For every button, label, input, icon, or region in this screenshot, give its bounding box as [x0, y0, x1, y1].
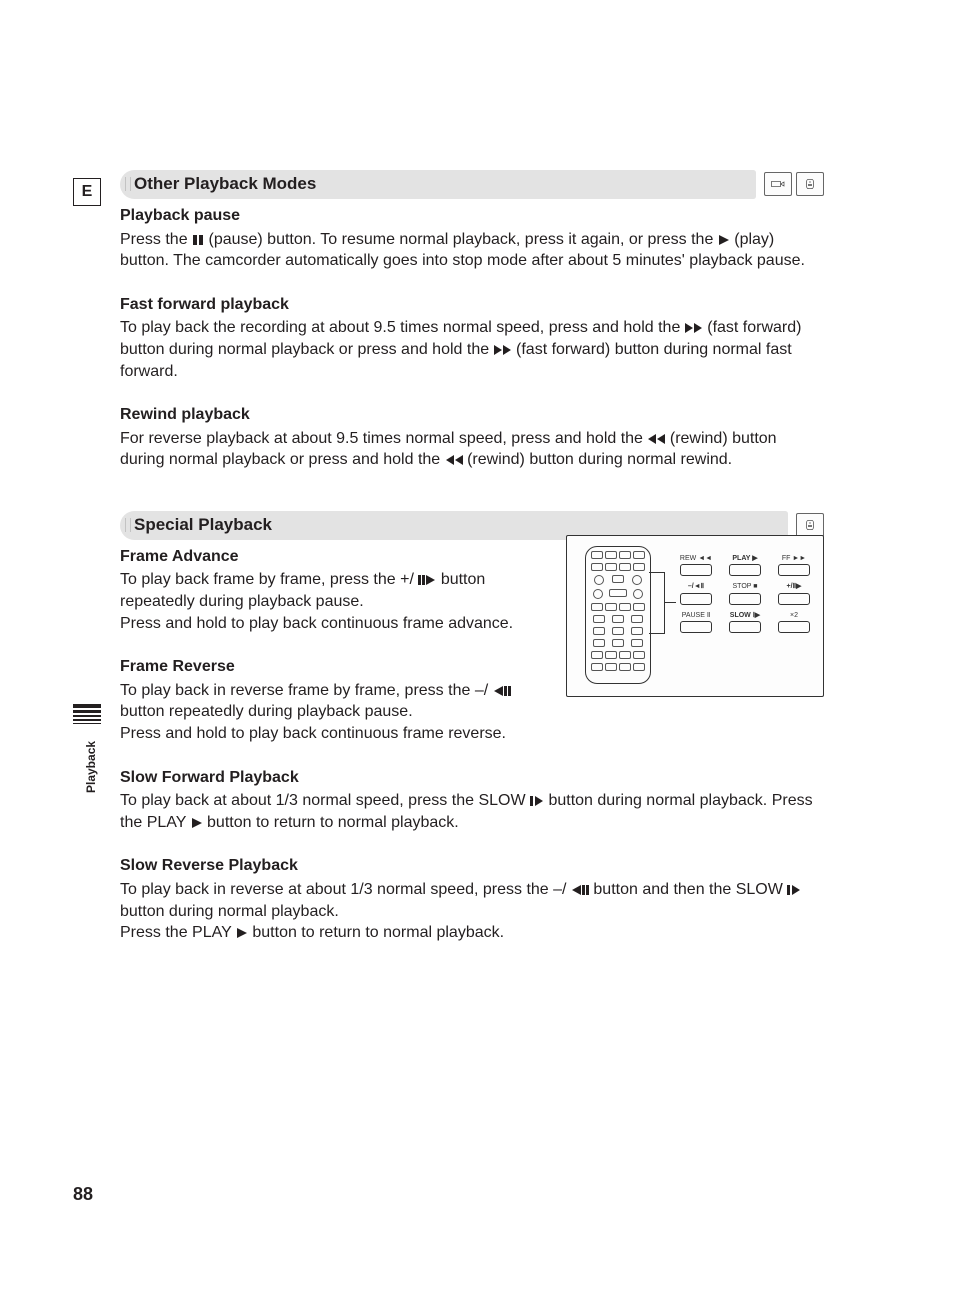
subsection-title: Frame Advance [120, 546, 520, 568]
subsection-slow-reverse: Slow Reverse Playback To play back in re… [120, 855, 824, 943]
legend-label: PAUSE [682, 612, 705, 619]
subsection-title: Fast forward playback [120, 294, 824, 316]
subsection-title: Slow Reverse Playback [120, 855, 824, 877]
text: button repeatedly during playback pause. [120, 703, 413, 720]
subsection-title: Slow Forward Playback [120, 767, 824, 789]
body-text: To play back in reverse at about 1/3 nor… [120, 879, 824, 922]
play-icon [718, 234, 730, 246]
side-marker-lines [73, 704, 101, 724]
legend-label: STOP [733, 583, 752, 590]
body-text: To play back the recording at about 9.5 … [120, 317, 824, 382]
text: Press the [120, 231, 192, 248]
legend-label: PLAY [732, 555, 750, 562]
body-text: To play back in reverse frame by frame, … [120, 680, 520, 723]
subsection-title: Rewind playback [120, 404, 824, 426]
body-text: To play back at about 1/3 normal speed, … [120, 790, 824, 833]
section-title: Other Playback Modes [120, 170, 756, 199]
legend-label: FF [782, 555, 791, 562]
body-text: For reverse playback at about 9.5 times … [120, 428, 824, 471]
body-text: Press the PLAY button to return to norma… [120, 922, 824, 944]
text: Press the PLAY [120, 924, 236, 941]
remote-button-legend: REW ◄◄ PLAY ▶ FF ►► –/◄Ⅱ STOP ■ +/Ⅱ▶ PAU… [675, 554, 815, 639]
body-text: Press the (pause) button. To resume norm… [120, 229, 824, 272]
mode-icons [796, 513, 824, 537]
rewind-icon [445, 454, 463, 466]
legend-label: +/ [787, 583, 793, 590]
subsection-playback-pause: Playback pause Press the (pause) button.… [120, 205, 824, 272]
body-text: To play back frame by frame, press the +… [120, 569, 520, 612]
legend-label: SLOW [730, 612, 751, 619]
text: button during normal playback. [120, 903, 339, 920]
remote-mode-icon [796, 172, 824, 196]
subsection-fast-forward: Fast forward playback To play back the r… [120, 294, 824, 382]
manual-page: E Playback 88 Other Playback Modes Playb… [0, 0, 954, 1301]
legend-label: REW [680, 555, 696, 562]
text: To play back at about 1/3 normal speed, … [120, 792, 530, 809]
fast-forward-icon [685, 322, 703, 334]
text: To play back in reverse at about 1/3 nor… [120, 881, 566, 898]
play-icon [191, 817, 203, 829]
subsection-title: Playback pause [120, 205, 824, 227]
subsection-frame-advance: Frame Advance To play back frame by fram… [120, 546, 520, 634]
subsection-title: Frame Reverse [120, 656, 520, 678]
subsection-slow-forward: Slow Forward Playback To play back at ab… [120, 767, 824, 834]
frame-reverse-icon [571, 884, 589, 896]
subsection-frame-reverse: Frame Reverse To play back in reverse fr… [120, 656, 520, 744]
legend-label: ×2 [790, 612, 798, 619]
text: To play back in reverse frame by frame, … [120, 682, 488, 699]
mode-icons [764, 172, 824, 196]
text: (rewind) button during normal rewind. [467, 451, 732, 468]
remote-mode-icon [796, 513, 824, 537]
legend-label: –/ [688, 583, 694, 590]
text: To play back the recording at about 9.5 … [120, 319, 685, 336]
body-text: Press and hold to play back continuous f… [120, 613, 520, 635]
pause-icon [192, 234, 204, 246]
frame-advance-icon [418, 574, 436, 586]
text: To play back frame by frame, press the +… [120, 571, 418, 588]
text: For reverse playback at about 9.5 times … [120, 430, 647, 447]
subsection-rewind: Rewind playback For reverse playback at … [120, 404, 824, 471]
remote-outline [585, 546, 651, 684]
language-badge: E [73, 178, 101, 206]
text: button to return to normal playback. [207, 814, 459, 831]
text: button to return to normal playback. [252, 924, 504, 941]
callout-bracket [649, 572, 665, 634]
camera-mode-icon [764, 172, 792, 196]
side-section-label: Playback [83, 741, 99, 793]
rewind-icon [647, 433, 665, 445]
play-icon [236, 927, 248, 939]
text: button and then the SLOW [593, 881, 787, 898]
section-header-other-playback: Other Playback Modes [120, 170, 824, 199]
slow-forward-icon [530, 795, 544, 807]
body-text: Press and hold to play back continuous f… [120, 723, 520, 745]
slow-forward-icon [787, 884, 801, 896]
remote-control-figure: REW ◄◄ PLAY ▶ FF ►► –/◄Ⅱ STOP ■ +/Ⅱ▶ PAU… [566, 535, 824, 697]
frame-reverse-icon [493, 685, 511, 697]
page-number: 88 [73, 1182, 93, 1206]
text: (pause) button. To resume normal playbac… [208, 231, 717, 248]
fast-forward-icon [494, 344, 512, 356]
